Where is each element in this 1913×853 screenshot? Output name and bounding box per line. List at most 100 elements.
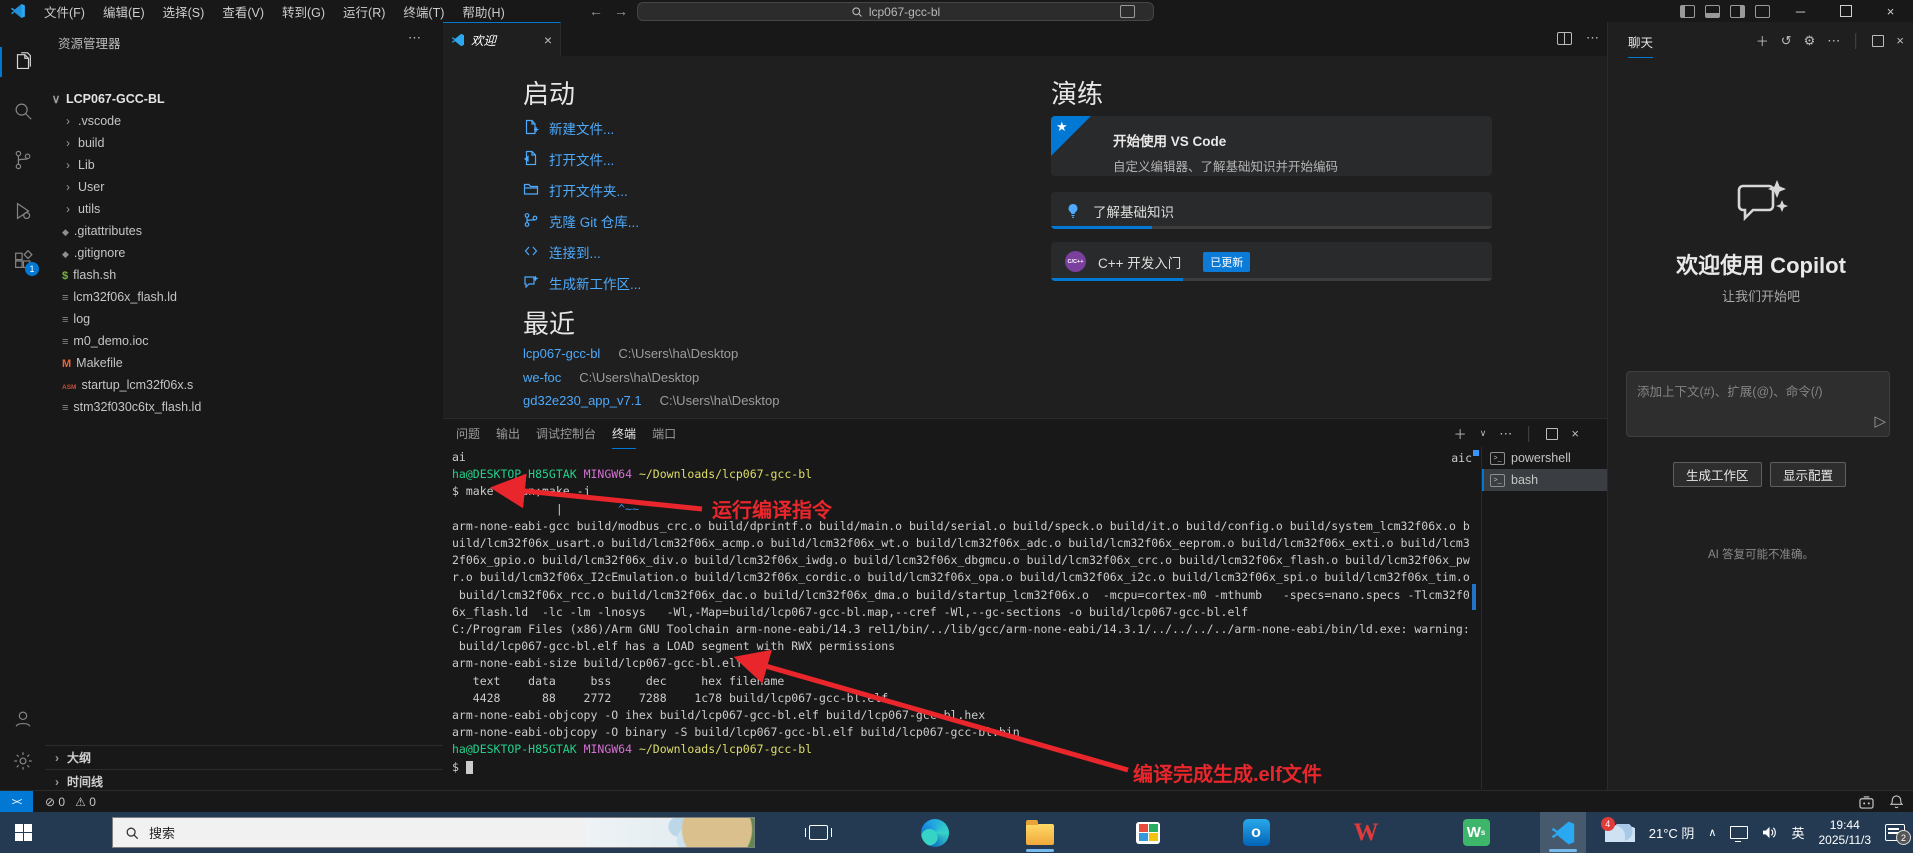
menu-item-5[interactable]: 运行(R): [335, 1, 393, 22]
hidden-icons-chevron[interactable]: ∧: [1708, 826, 1716, 839]
remote-indicator[interactable]: ><: [0, 791, 33, 813]
taskbar-app-wps[interactable]: W: [1343, 812, 1389, 853]
recent-item[interactable]: lcp067-gcc-blC:\Users\ha\Desktop: [523, 346, 738, 361]
recent-name[interactable]: we-foc: [523, 370, 561, 385]
input-method-indicator[interactable]: 英: [1791, 823, 1804, 842]
taskbar-app-vscode[interactable]: [1540, 812, 1586, 853]
recent-name[interactable]: gd32e230_app_v7.1: [523, 393, 642, 408]
account-icon[interactable]: [0, 702, 45, 736]
new-terminal-icon[interactable]: ＋: [1454, 424, 1467, 443]
terminal-output[interactable]: aiha@DESKTOP-H85GTAK MINGW64 ~/Downloads…: [452, 449, 1482, 789]
walkthrough-getting-started[interactable]: ★ 开始使用 VS Code自定义编辑器、了解基础知识并开始编码: [1051, 116, 1492, 176]
taskbar-app-file-explorer[interactable]: [1017, 812, 1063, 853]
search-view-icon[interactable]: [0, 94, 45, 128]
command-center-search[interactable]: lcp067-gcc-bl: [637, 2, 1154, 21]
tree-item[interactable]: ≡log: [45, 308, 443, 330]
tree-item[interactable]: ›utils: [45, 198, 443, 220]
network-display-icon[interactable]: [1730, 826, 1748, 839]
chat-maximize-icon[interactable]: [1872, 35, 1884, 47]
tree-item[interactable]: ›build: [45, 132, 443, 154]
speaker-icon[interactable]: [1762, 826, 1777, 839]
panel-tab-终端[interactable]: 终端: [612, 425, 636, 449]
taskbar-app-store[interactable]: [1125, 812, 1171, 853]
shell-item-bash[interactable]: >_bash: [1482, 469, 1607, 491]
taskbar-app-task-view[interactable]: [795, 812, 841, 853]
walkthrough-cpp-intro[interactable]: C/C++ C++ 开发入门 已更新: [1051, 242, 1492, 281]
weather-text[interactable]: 21°C 阴: [1649, 823, 1695, 842]
recent-item[interactable]: we-focC:\Users\ha\Desktop: [523, 370, 699, 385]
feedback-icon[interactable]: [1859, 796, 1874, 809]
start-link-2[interactable]: 打开文件夹...: [523, 180, 628, 200]
editor-more-icon[interactable]: ⋯: [1586, 30, 1599, 46]
new-chat-icon[interactable]: ＋: [1756, 31, 1769, 50]
action-center-icon[interactable]: 2: [1885, 824, 1905, 841]
terminal-scrollbar[interactable]: [1472, 584, 1476, 610]
outline-section[interactable]: › 大纲: [45, 745, 443, 769]
maximize-panel-icon[interactable]: [1546, 428, 1558, 440]
tree-item[interactable]: ◆.gitignore: [45, 242, 443, 264]
panel-tab-输出[interactable]: 输出: [496, 425, 520, 449]
minimize-button[interactable]: ─: [1778, 0, 1823, 22]
shell-item-powershell[interactable]: >_powershell: [1482, 447, 1607, 469]
start-link-5[interactable]: 生成新工作区...: [523, 273, 641, 293]
start-button[interactable]: [0, 812, 46, 853]
chat-settings-gear-icon[interactable]: ⚙: [1804, 33, 1816, 49]
notifications-bell-icon[interactable]: [1890, 795, 1903, 809]
chat-close-icon[interactable]: ×: [1896, 33, 1904, 48]
taskbar-app-outlook[interactable]: o: [1233, 812, 1279, 853]
explorer-root-folder[interactable]: ∨ LCP067-GCC-BL: [45, 88, 443, 110]
menu-item-1[interactable]: 编辑(E): [95, 1, 153, 22]
toggle-secondary-sidebar-icon[interactable]: [1730, 5, 1745, 18]
close-panel-icon[interactable]: ×: [1571, 426, 1579, 441]
panel-tab-端口[interactable]: 端口: [652, 425, 676, 449]
taskbar-app-edge[interactable]: [912, 812, 958, 853]
menu-item-3[interactable]: 查看(V): [214, 1, 272, 22]
weather-cloud-icon[interactable]: 4: [1605, 824, 1635, 842]
tree-item[interactable]: ASMstartup_lcm32f06x.s: [45, 374, 443, 396]
terminal-dropdown-icon[interactable]: ∨: [1480, 428, 1487, 439]
tree-item[interactable]: MMakefile: [45, 352, 443, 374]
maximize-button[interactable]: [1823, 0, 1868, 22]
start-link-0[interactable]: 新建文件...: [523, 118, 614, 138]
close-button[interactable]: ×: [1868, 0, 1913, 22]
nav-back-icon[interactable]: ←: [585, 3, 607, 19]
chat-tab[interactable]: 聊天: [1628, 32, 1653, 58]
clock[interactable]: 19:44 2025/11/3: [1819, 818, 1872, 848]
toggle-panel-icon[interactable]: [1705, 5, 1720, 18]
tab-welcome[interactable]: 欢迎 ×: [443, 22, 561, 56]
menu-item-6[interactable]: 终端(T): [395, 1, 452, 22]
generate-workspace-button[interactable]: 生成工作区: [1673, 462, 1762, 487]
panel-tab-问题[interactable]: 问题: [456, 425, 480, 449]
menu-item-0[interactable]: 文件(F): [36, 1, 93, 22]
run-debug-icon[interactable]: [0, 194, 45, 228]
panel-tab-调试控制台[interactable]: 调试控制台: [536, 425, 596, 449]
tree-item[interactable]: $flash.sh: [45, 264, 443, 286]
tree-item[interactable]: ≡m0_demo.ioc: [45, 330, 443, 352]
menu-item-2[interactable]: 选择(S): [155, 1, 213, 22]
chat-more-icon[interactable]: ⋯: [1827, 33, 1840, 49]
send-icon[interactable]: ▷: [1874, 412, 1886, 430]
tree-item[interactable]: ≡lcm32f06x_flash.ld: [45, 286, 443, 308]
start-link-3[interactable]: 克隆 Git 仓库...: [523, 211, 639, 231]
settings-gear-icon[interactable]: [0, 744, 45, 778]
start-link-1[interactable]: 打开文件...: [523, 149, 614, 169]
explorer-icon[interactable]: [0, 45, 45, 79]
problems-status[interactable]: ⊘ 0 ⚠ 0: [45, 795, 96, 809]
walkthrough-learn-fundamentals[interactable]: 了解基础知识: [1051, 192, 1492, 229]
tree-item[interactable]: ›Lib: [45, 154, 443, 176]
menu-item-4[interactable]: 转到(G): [274, 1, 333, 22]
nav-forward-icon[interactable]: →: [610, 3, 632, 19]
show-config-button[interactable]: 显示配置: [1770, 462, 1846, 487]
customize-layout-icon[interactable]: [1755, 5, 1770, 18]
terminal-more-icon[interactable]: ⋯: [1499, 426, 1512, 442]
history-icon[interactable]: ↺: [1781, 33, 1792, 49]
recent-name[interactable]: lcp067-gcc-bl: [523, 346, 600, 361]
extensions-icon[interactable]: 1: [0, 244, 45, 278]
recent-item[interactable]: gd32e230_app_v7.1C:\Users\ha\Desktop: [523, 393, 780, 408]
tree-item[interactable]: ≡stm32f030c6tx_flash.ld: [45, 396, 443, 418]
menu-item-7[interactable]: 帮助(H): [454, 1, 512, 22]
start-link-4[interactable]: 连接到...: [523, 242, 601, 262]
split-editor-icon[interactable]: [1557, 32, 1572, 45]
toggle-sidebar-icon[interactable]: [1680, 5, 1695, 18]
tab-close-icon[interactable]: ×: [544, 32, 552, 48]
